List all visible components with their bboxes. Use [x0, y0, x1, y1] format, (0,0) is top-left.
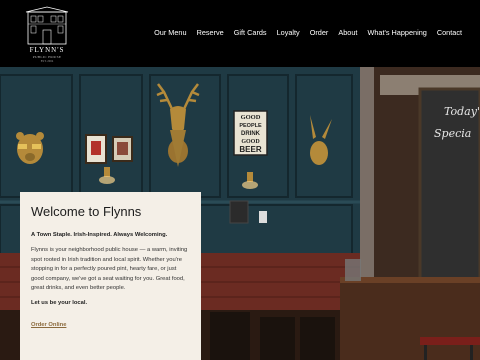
sign-line-5: BEER	[239, 145, 261, 154]
chalkboard-line-1: Today's	[444, 105, 480, 118]
nav-gift-cards[interactable]: Gift Cards	[234, 28, 267, 37]
welcome-tagline: A Town Staple. Irish-Inspired. Always We…	[31, 232, 168, 238]
nav-contact[interactable]: Contact	[437, 28, 462, 37]
nav-about[interactable]: About	[338, 28, 357, 37]
site-header: FLYNN'S PUBLIC HOUSE EST. 2004 Our Menu …	[0, 0, 480, 67]
welcome-title: Welcome to Flynns	[31, 204, 142, 219]
nav-our-menu[interactable]: Our Menu	[154, 28, 186, 37]
nav-order[interactable]: Order	[310, 28, 329, 37]
sign-line-1: GOOD	[241, 114, 261, 121]
beer-sign: GOOD PEOPLE DRINK GOOD BEER	[233, 110, 268, 156]
welcome-local: Let us be your local.	[31, 299, 88, 306]
nav-whats-happening[interactable]: What's Happening	[367, 28, 426, 37]
building-logo-icon	[25, 6, 69, 45]
nav-loyalty[interactable]: Loyalty	[277, 28, 300, 37]
logo-est: EST. 2004	[40, 59, 54, 63]
logo-name: FLYNN'S	[29, 46, 65, 54]
welcome-body: Flynns is your neighborhood public house…	[31, 247, 188, 292]
sign-line-3: DRINK	[241, 131, 261, 137]
main-nav: Our Menu Reserve Gift Cards Loyalty Orde…	[154, 28, 462, 37]
sign-line-2: PEOPLE	[239, 123, 262, 129]
order-online-link[interactable]: Order Online	[31, 322, 66, 328]
logo[interactable]: FLYNN'S PUBLIC HOUSE EST. 2004	[24, 6, 70, 63]
chalkboard-line-2: Specia	[434, 127, 471, 140]
nav-reserve[interactable]: Reserve	[197, 28, 224, 37]
welcome-card: Welcome to Flynns A Town Staple. Irish-I…	[20, 192, 201, 360]
